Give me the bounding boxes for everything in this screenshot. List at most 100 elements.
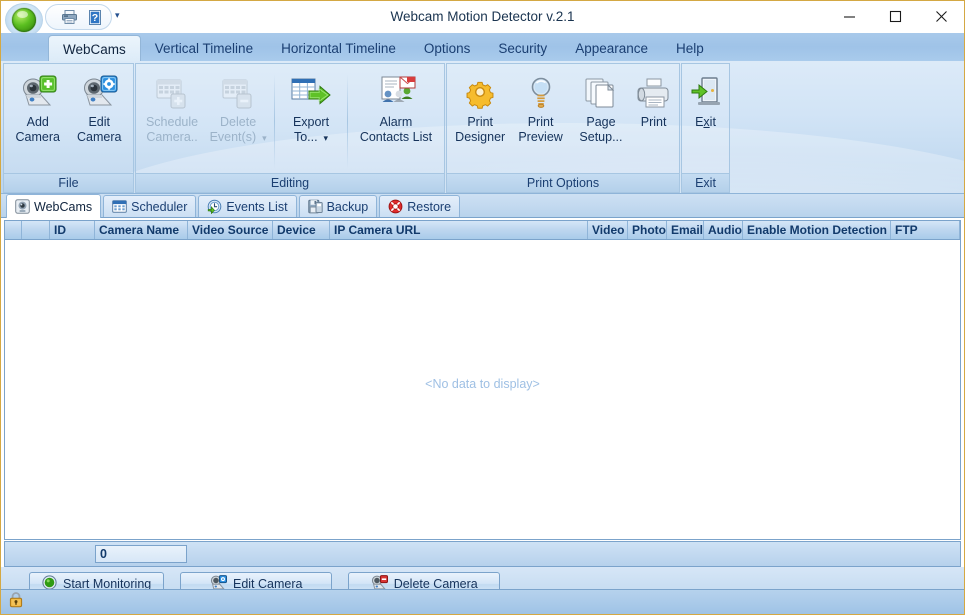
ribbon-panel: Add Camera Edit Camera File Schedule Cam… — [1, 61, 964, 194]
ribbon-group-file: Add Camera Edit Camera File — [3, 63, 134, 193]
lock-icon[interactable] — [8, 591, 24, 613]
quick-access-dropdown[interactable]: ▾ — [115, 11, 120, 20]
grid-col-photo[interactable]: Photo — [628, 221, 667, 239]
ribbon-group-label-print-options: Print Options — [447, 173, 679, 192]
chevron-down-icon: ▾ — [259, 133, 267, 143]
ribbon-tab-label: Horizontal Timeline — [281, 40, 396, 56]
grid-col-email[interactable]: Email — [667, 221, 704, 239]
quick-access-toolbar: ? — [45, 4, 112, 30]
minimize-button[interactable] — [826, 1, 872, 31]
grid-col-ftp[interactable]: FTP — [891, 221, 960, 239]
sub-tab-webcams[interactable]: WebCams — [6, 194, 102, 218]
schedule-camera-button[interactable]: Schedule Camera.. — [139, 68, 205, 148]
ribbon-group-print-options: Print Designer Print Preview Page Setup.… — [446, 63, 680, 193]
alarm-contacts-label-line2: Contacts List — [359, 130, 433, 144]
export-to-label-line1: Export — [292, 115, 330, 129]
grid-col-id[interactable]: ID — [50, 221, 95, 239]
grid-col-device[interactable]: Device — [273, 221, 330, 239]
exit-button[interactable]: Exit — [682, 68, 729, 133]
help-question-icon: ? — [89, 9, 101, 25]
gear-icon — [461, 73, 499, 113]
maximize-icon — [889, 10, 901, 22]
ribbon-tab-vertical-timeline[interactable]: Vertical Timeline — [141, 35, 267, 61]
ribbon-tab-bar: WebCams Vertical Timeline Horizontal Tim… — [1, 33, 964, 62]
pages-icon — [582, 73, 620, 113]
export-to-label-line2: To... — [293, 130, 318, 144]
window-controls — [826, 1, 964, 31]
grid-col-ip-camera-url[interactable]: IP Camera URL — [330, 221, 588, 239]
edit-camera-label-line1: Edit — [88, 115, 111, 129]
chevron-down-icon: ▾ — [321, 133, 329, 143]
events-icon — [207, 199, 222, 214]
grid-col-video-source[interactable]: Video Source — [188, 221, 273, 239]
title-bar: ? ▾ Webcam Motion Detector v.2.1 — [1, 1, 964, 37]
ribbon-group-exit: Exit Exit — [681, 63, 730, 193]
sub-tab-restore[interactable]: Restore — [379, 195, 461, 217]
quick-print-button[interactable] — [58, 7, 80, 27]
maximize-button[interactable] — [872, 1, 918, 31]
schedule-camera-icon — [152, 73, 192, 113]
export-to-button[interactable]: Export To... ▾ — [278, 68, 344, 149]
ribbon-group-label-editing: Editing — [136, 173, 444, 192]
ribbon-tab-appearance[interactable]: Appearance — [561, 35, 662, 61]
ribbon-tab-webcams[interactable]: WebCams — [48, 35, 141, 62]
add-camera-button[interactable]: Add Camera — [7, 68, 69, 148]
edit-camera-ribbon-button[interactable]: Edit Camera — [69, 68, 131, 148]
grid-col-blank[interactable] — [22, 221, 50, 239]
alarm-contacts-icon — [374, 73, 418, 113]
sub-tab-label: Events List — [226, 199, 288, 214]
grid-empty-message: <No data to display> — [425, 376, 540, 391]
grid-col-audio[interactable]: Audio — [704, 221, 743, 239]
ribbon-tab-horizontal-timeline[interactable]: Horizontal Timeline — [267, 35, 410, 61]
print-designer-label-line1: Print — [467, 115, 494, 129]
delete-events-icon — [218, 73, 258, 113]
grid-col-enable-motion-detection[interactable]: Enable Motion Detection — [743, 221, 891, 239]
quick-help-button[interactable]: ? — [84, 7, 106, 27]
status-bar — [1, 589, 964, 614]
alarm-contacts-list-button[interactable]: Alarm Contacts List — [351, 68, 441, 148]
sub-tab-label: Restore — [407, 199, 452, 214]
calendar-icon — [112, 199, 127, 214]
window-title: Webcam Motion Detector v.2.1 — [390, 9, 575, 24]
ribbon-tab-label: Vertical Timeline — [154, 40, 254, 56]
ribbon-tab-help[interactable]: Help — [662, 35, 718, 61]
close-button[interactable] — [918, 1, 964, 31]
exit-label: Exit — [695, 115, 716, 129]
sub-tab-scheduler[interactable]: Scheduler — [103, 195, 197, 217]
webcam-icon — [15, 199, 30, 214]
delete-events-button[interactable]: Delete Event(s) ▾ — [205, 68, 271, 149]
record-count-box[interactable]: 0 — [95, 545, 187, 563]
grid-col-camera-name[interactable]: Camera Name — [95, 221, 188, 239]
grid-body[interactable]: <No data to display> — [5, 240, 960, 539]
sub-tab-label: Backup — [326, 199, 369, 214]
print-preview-label-line2: Preview — [518, 130, 563, 144]
ribbon-tab-label: WebCams — [63, 41, 126, 57]
ribbon-tab-label: Help — [676, 40, 704, 56]
print-designer-button[interactable]: Print Designer — [450, 68, 510, 148]
ribbon-separator — [274, 74, 275, 169]
camera-add-icon — [17, 73, 59, 113]
grid-col-indicator[interactable] — [5, 221, 22, 239]
page-setup-label-line2: Setup... — [579, 130, 623, 144]
ribbon-tab-label: Appearance — [575, 40, 648, 56]
sub-tab-events-list[interactable]: Events List — [198, 195, 297, 217]
ribbon-tab-security[interactable]: Security — [484, 35, 561, 61]
app-logo-button[interactable] — [5, 3, 43, 37]
print-preview-button[interactable]: Print Preview — [510, 68, 570, 148]
delete-events-label-line1: Delete — [220, 115, 257, 129]
print-button[interactable]: Print — [631, 68, 676, 133]
ribbon-separator — [347, 74, 348, 169]
print-preview-label-line1: Print — [527, 115, 554, 129]
minimize-icon — [843, 15, 855, 18]
grid-col-video[interactable]: Video — [588, 221, 628, 239]
ribbon-group-label-exit: Exit — [682, 173, 729, 192]
camera-edit-icon — [78, 73, 120, 113]
page-setup-button[interactable]: Page Setup... — [571, 68, 631, 148]
svg-text:?: ? — [92, 12, 98, 24]
sub-tab-backup[interactable]: Backup — [298, 195, 378, 217]
magnifier-icon — [523, 73, 559, 113]
page-setup-label-line1: Page — [586, 115, 616, 129]
ribbon-tab-options[interactable]: Options — [410, 35, 485, 61]
sub-tab-label: WebCams — [34, 199, 93, 214]
close-icon — [935, 10, 947, 22]
